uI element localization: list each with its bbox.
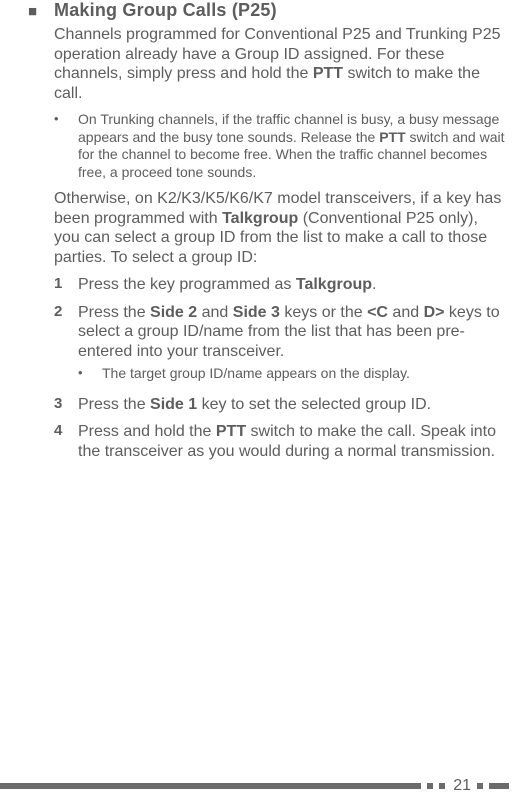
page-footer: 21 <box>0 779 523 793</box>
footer-block-1 <box>427 783 433 789</box>
paragraph-2: Otherwise, on K2/K3/K5/K6/K7 model trans… <box>54 189 507 267</box>
sub-bullet-dot: • <box>78 365 102 383</box>
s3-c: key to set the selected group ID. <box>197 396 431 413</box>
s4-a: Press and hold the <box>78 423 216 440</box>
s3-a: Press the <box>78 396 150 413</box>
s2-g: and <box>388 304 424 321</box>
section-bullet: ■ <box>28 4 54 19</box>
s2-d: Side 3 <box>233 304 280 321</box>
step-1: Press the key programmed as Talkgroup. <box>78 275 507 295</box>
bullet-dot: • <box>54 111 78 181</box>
s3-b: Side 1 <box>150 396 197 413</box>
s2-b: Side 2 <box>150 304 197 321</box>
s1-c: . <box>372 276 376 293</box>
bullet-1: On Trunking channels, if the traffic cha… <box>78 111 507 181</box>
step-3: Press the Side 1 key to set the selected… <box>78 395 507 415</box>
step-4: Press and hold the PTT switch to make th… <box>78 422 507 461</box>
b1-bold-ptt: PTT <box>379 129 405 145</box>
s4-b: PTT <box>216 423 246 440</box>
step-2: Press the Side 2 and Side 3 keys or the … <box>78 303 507 387</box>
p2-bold-talkgroup: Talkgroup <box>222 210 298 227</box>
s2-c: and <box>197 304 233 321</box>
step-num-4: 4 <box>54 422 78 461</box>
paragraph-1: Channels programmed for Conventional P25… <box>54 25 507 103</box>
s1-bold: Talkgroup <box>296 276 372 293</box>
page-number: 21 <box>453 777 471 795</box>
s2-h: D> <box>424 304 445 321</box>
step2-sub: The target group ID/name appears on the … <box>102 365 410 383</box>
footer-bar-right <box>489 783 509 789</box>
step-num-1: 1 <box>54 275 78 295</box>
s2-a: Press the <box>78 304 150 321</box>
section-title: Making Group Calls (P25) <box>54 0 277 21</box>
footer-bar-left <box>0 783 421 789</box>
step-num-2: 2 <box>54 303 78 387</box>
p1-bold-ptt: PTT <box>313 65 343 82</box>
step-num-3: 3 <box>54 395 78 415</box>
s2-f: <C <box>367 304 388 321</box>
footer-block-2 <box>439 783 445 789</box>
footer-block-3 <box>477 783 483 789</box>
s1-a: Press the key programmed as <box>78 276 296 293</box>
s2-e: keys or the <box>280 304 367 321</box>
